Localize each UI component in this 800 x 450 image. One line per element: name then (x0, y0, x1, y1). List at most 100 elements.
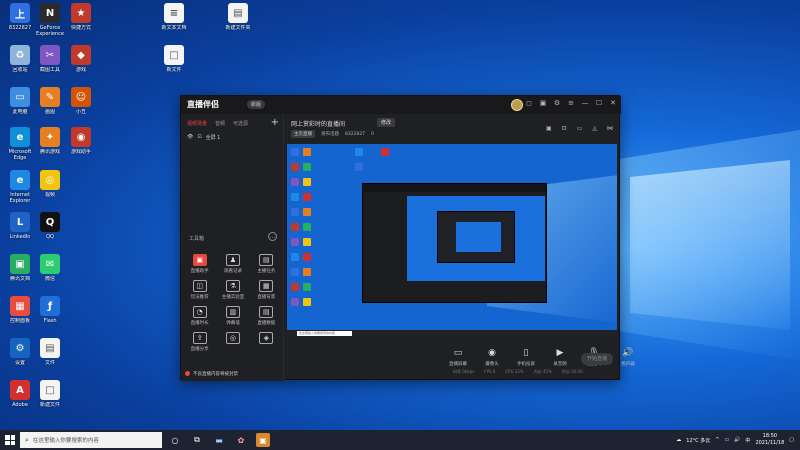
record-button[interactable]: ▶ 录音频 (547, 348, 573, 367)
tool-item[interactable]: ◈ (250, 332, 283, 352)
desktop-icon[interactable]: 上 8322827 (3, 3, 37, 31)
desktop-icon-label: 游戏助手 (70, 149, 91, 155)
stream-preview[interactable]: 在这里输入你要搜索的内容 (287, 144, 617, 337)
lock-icon[interactable]: ⊡ (562, 125, 567, 132)
desktop-icon[interactable]: ☺ 小丑 (64, 87, 98, 115)
speaker-button[interactable]: 🔊 扬声器 (615, 348, 641, 367)
tool-item[interactable]: ▤ 直播数据 (250, 306, 283, 326)
desktop-icon[interactable]: ♻ 回收站 (3, 45, 37, 73)
network-icon[interactable]: ▭ (724, 437, 729, 443)
sidebar-tab[interactable]: 音频 (215, 120, 225, 127)
desktop-icon[interactable]: e Internet Explorer (3, 170, 37, 204)
desktop-icon[interactable]: ◎ 视频 (33, 170, 67, 198)
desktop-icon-label: 新建文件 (39, 402, 60, 408)
desktop-icon[interactable]: A Adobe (3, 380, 37, 408)
gift-icon[interactable]: ▣ (546, 125, 552, 132)
minimize-icon[interactable]: — (581, 99, 589, 107)
desktop-icon[interactable]: ▣ 腾讯文档 (3, 254, 37, 282)
taskbar-search[interactable]: ⌕ 在这里输入你要搜索的内容 (20, 432, 162, 448)
taskbar-app-icon[interactable]: ▬ (212, 433, 226, 447)
more-tools-icon[interactable]: … (268, 232, 277, 241)
chat-icon[interactable]: ▭ (577, 125, 583, 132)
scene-item[interactable]: 👁 ⊡ 全屏 1 (187, 134, 220, 141)
desktop-app-icon: ✎ (40, 87, 60, 107)
add-source-icon[interactable]: + (271, 117, 279, 128)
ime-icon[interactable]: 中 (745, 437, 750, 444)
app-titlebar[interactable]: 直播伴侣 新版 ◻ ▣ ⚙ ≡ — ☐ ✕ (181, 96, 621, 114)
tray-expand-icon[interactable]: ^ (715, 437, 719, 443)
clock[interactable]: 18:50 2021/11/18 (755, 433, 784, 447)
tool-icon: ◔ (192, 306, 207, 318)
feedback-icon[interactable]: ◻ (525, 99, 533, 107)
stat-item: 内存 45% (533, 369, 552, 374)
menu-icon[interactable]: ≡ (567, 99, 575, 107)
desktop-icon[interactable]: ▦ 控制面板 (3, 296, 37, 324)
desktop-icon[interactable]: L LinkedIn (3, 212, 37, 240)
desktop-icon[interactable]: ★ 快捷方式 (64, 3, 98, 31)
version-badge[interactable]: 新版 (247, 100, 266, 109)
sidebar-tab[interactable]: 视频场景 (187, 120, 207, 127)
desktop-icon[interactable]: e Microsoft Edge (3, 127, 37, 161)
phone-cast-button[interactable]: ▯ 手机投屏 (513, 348, 539, 367)
message-icon[interactable]: ▣ (539, 99, 547, 107)
desktop-icon[interactable]: ✉ 微信 (33, 254, 67, 282)
desktop-icon[interactable]: ƒ Flash (33, 296, 67, 324)
tool-item[interactable]: ♟ 观看记录 (216, 254, 249, 274)
desktop-icon-label: Internet Explorer (9, 192, 31, 204)
desktop-icon[interactable]: ✎ 画图 (33, 87, 67, 115)
desktop-icon[interactable]: ▤ 文件 (33, 338, 67, 366)
desktop-app-icon: ◉ (71, 127, 91, 147)
preview-mini-icon (303, 208, 311, 216)
weather-icon[interactable]: ☁ (676, 437, 681, 443)
tool-item[interactable]: ▦ 直播背景 (250, 280, 283, 300)
lock-icon[interactable]: ⊡ (197, 134, 201, 141)
category-chip[interactable]: 主页直播 (291, 130, 315, 138)
topic-link[interactable]: 发布话题 (321, 131, 339, 137)
tool-item[interactable]: ⚗ 主播实验室 (216, 280, 249, 300)
desktop-icon[interactable]: □ 新文件 (157, 45, 191, 73)
bell-icon[interactable]: ◬ (592, 125, 597, 132)
desktop-icon[interactable]: ⚙ 设置 (3, 338, 37, 366)
tool-item[interactable]: ▥ 弹幕墙 (216, 306, 249, 326)
taskbar-game-icon[interactable]: ✿ (234, 433, 248, 447)
desktop-icon[interactable]: ▤ 新建文件夹 (221, 3, 255, 31)
eye-icon[interactable]: 👁 (187, 134, 193, 141)
notification-icon[interactable]: ▢ (789, 437, 794, 443)
tool-item[interactable]: ▣ 直播助手 (183, 254, 216, 274)
tool-item[interactable]: ⇪ 直播分享 (183, 332, 216, 352)
weather-text[interactable]: 12°C 多云 (686, 437, 710, 444)
avatar[interactable] (511, 99, 523, 111)
desktop-icon[interactable]: ▭ 此电脑 (3, 87, 37, 115)
desktop-icon[interactable]: ◆ 游戏 (64, 45, 98, 73)
desktop-app-icon: □ (40, 380, 60, 400)
tool-icon: ▤ (259, 254, 274, 266)
desktop-icon[interactable]: N GeForce Experience (33, 3, 67, 37)
start-button[interactable] (5, 435, 15, 445)
share-icon[interactable]: ⋈ (607, 125, 613, 132)
edit-title-button[interactable]: 修改 (377, 118, 396, 127)
desktop-icon[interactable]: ◉ 游戏助手 (64, 127, 98, 155)
preview-mini-icon (291, 238, 299, 246)
desktop-icon[interactable]: ≡ 新文本文档 (157, 3, 191, 31)
close-icon[interactable]: ✕ (609, 99, 617, 107)
taskbar-live-companion-icon[interactable]: ▣ (256, 433, 270, 447)
task-view-icon[interactable]: ⧉ (190, 433, 204, 447)
tool-item[interactable]: ◔ 直播时长 (183, 306, 216, 326)
sidebar-tabs: 视频场景 音频 可选源 (187, 120, 248, 127)
cortana-icon[interactable]: ○ (168, 433, 182, 447)
screen-share-button[interactable]: ▭ 直播屏幕 (445, 348, 471, 367)
maximize-icon[interactable]: ☐ (595, 99, 603, 107)
desktop-icon[interactable]: ✂ 截图工具 (33, 45, 67, 73)
desktop-icon[interactable]: ✦ 腾讯游戏 (33, 127, 67, 155)
tool-item[interactable]: ◎ (216, 332, 249, 352)
camera-button[interactable]: ◉ 摄像头 (479, 348, 505, 367)
go-live-button[interactable]: 开始直播 (581, 353, 613, 365)
settings-icon[interactable]: ⚙ (553, 99, 561, 107)
sidebar-tab[interactable]: 可选源 (233, 120, 248, 127)
tool-item[interactable]: ▤ 主播任务 (250, 254, 283, 274)
tools-header: 工具箱 (189, 236, 205, 242)
desktop-icon[interactable]: □ 新建文件 (33, 380, 67, 408)
desktop-icon[interactable]: Q QQ (33, 212, 67, 240)
tool-item[interactable]: ◫ 玩法推荐 (183, 280, 216, 300)
volume-icon[interactable]: 🔊 (734, 437, 740, 443)
